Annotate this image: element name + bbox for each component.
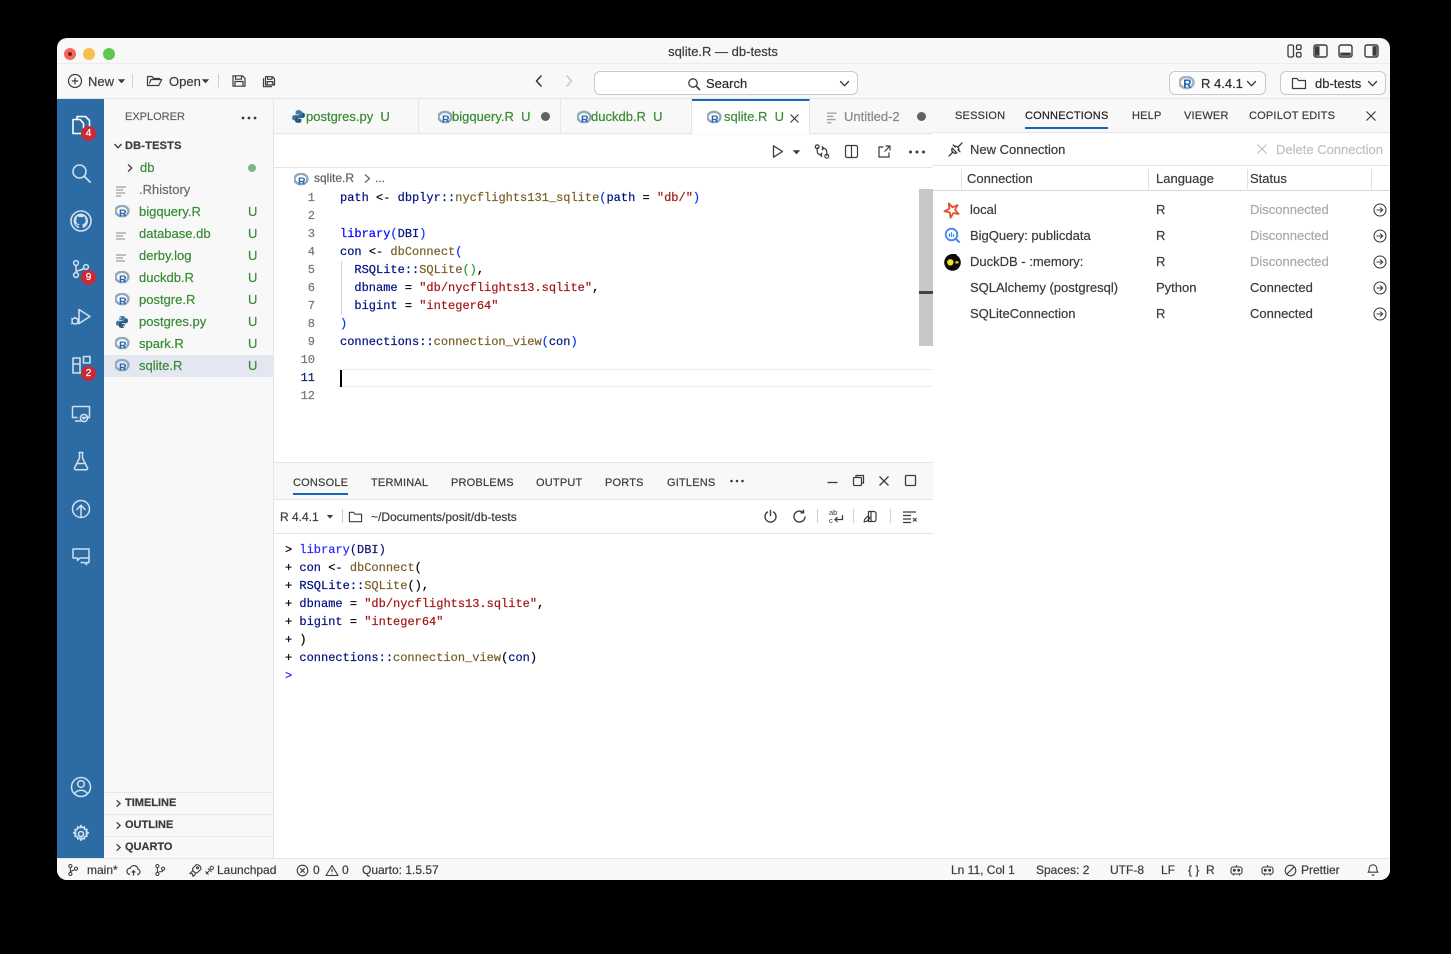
svg-text:R: R bbox=[119, 274, 127, 285]
svg-text:R: R bbox=[442, 114, 450, 126]
svg-text:R: R bbox=[119, 208, 127, 219]
svg-text:R: R bbox=[298, 175, 306, 186]
svg-text:R: R bbox=[119, 340, 127, 351]
svg-text:c: c bbox=[829, 516, 833, 525]
svg-text:R: R bbox=[1183, 79, 1192, 90]
svg-text:R: R bbox=[711, 114, 719, 126]
svg-text:R: R bbox=[581, 114, 589, 126]
svg-text:R: R bbox=[119, 362, 127, 373]
svg-text:R: R bbox=[119, 296, 127, 307]
